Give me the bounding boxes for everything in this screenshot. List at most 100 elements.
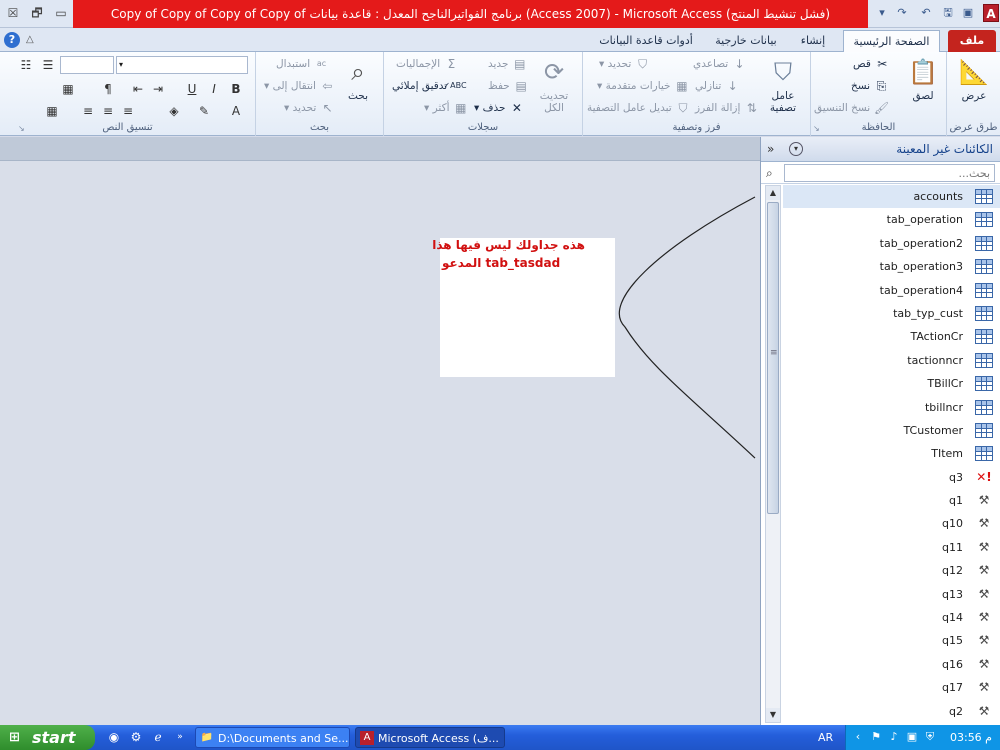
font-color-icon[interactable]: A: [228, 102, 244, 120]
navpane-header[interactable]: » ▾ الكائنات غير المعينة: [761, 137, 1000, 162]
grid-icon[interactable]: ▦: [44, 102, 60, 120]
outdent-icon[interactable]: ⇤: [130, 80, 146, 98]
nav-item[interactable]: q12 ⚒: [783, 559, 1000, 582]
taskbar-item-access[interactable]: A Microsoft Access (ف...: [355, 727, 505, 748]
italic-icon[interactable]: I: [206, 80, 222, 98]
list-icon[interactable]: ☰: [40, 56, 56, 74]
quicklaunch-more-icon[interactable]: »: [172, 729, 188, 745]
bold-icon[interactable]: B: [228, 80, 244, 98]
select-button[interactable]: ↖ تحديد ▾: [284, 98, 336, 118]
nav-item[interactable]: TBillCr: [783, 372, 1000, 395]
align-right-icon[interactable]: ≡: [120, 102, 136, 120]
nav-item[interactable]: tab_operation: [783, 208, 1000, 231]
totals-button[interactable]: Σ الإجماليات: [396, 54, 459, 74]
nav-item[interactable]: TCustomer: [783, 419, 1000, 442]
ribbon-minimize-icon[interactable]: △: [26, 32, 40, 48]
scroll-up-icon[interactable]: ▲: [766, 186, 780, 200]
start-button[interactable]: ⊞ start: [0, 725, 95, 750]
access-logo-icon[interactable]: A: [983, 4, 999, 22]
ie-icon[interactable]: ℯ: [150, 729, 166, 745]
scroll-thumb[interactable]: ≡: [767, 202, 779, 514]
new-record-button[interactable]: ▤ جديد: [488, 54, 528, 74]
refresh-all-button[interactable]: ⟳ تحديث الكل: [534, 56, 574, 118]
find-button[interactable]: ⌕ بحث: [338, 56, 378, 118]
selection-button[interactable]: ⛉ تحديد ▾: [599, 54, 651, 74]
nav-item[interactable]: q14 ⚒: [783, 606, 1000, 629]
security-icon[interactable]: ⛨: [922, 729, 938, 745]
paste-button[interactable]: 📋 لصق: [903, 56, 943, 118]
navpane-title[interactable]: الكائنات غير المعينة: [896, 137, 993, 162]
qat-customize-icon[interactable]: ▾: [874, 5, 890, 21]
nav-item[interactable]: q11 ⚒: [783, 536, 1000, 559]
highlight-icon[interactable]: ✎: [196, 102, 212, 120]
tab-home[interactable]: الصفحة الرئيسية: [843, 30, 940, 52]
align-left-icon[interactable]: ≡: [80, 102, 96, 120]
dialog-launcher-icon[interactable]: ↘: [813, 125, 821, 133]
advanced-button[interactable]: ▦ خيارات متقدمة ▾: [597, 76, 690, 96]
nav-item[interactable]: tab_operation3: [783, 255, 1000, 278]
nav-item[interactable]: tbillncr: [783, 396, 1000, 419]
close-icon[interactable]: ☒: [4, 4, 22, 22]
nav-item[interactable]: tab_operation2: [783, 232, 1000, 255]
goto-button[interactable]: ⇦ انتقال إلى ▾: [264, 76, 335, 96]
format-painter-button[interactable]: 🖌 نسخ التنسيق: [814, 98, 890, 118]
delete-record-button[interactable]: ✕ حذف ▾: [474, 98, 525, 118]
nav-item[interactable]: q3 ✕!: [783, 466, 1000, 489]
filter-button[interactable]: ⛉ عامل تصفية: [763, 56, 803, 118]
navpane-menu-icon[interactable]: ▾: [789, 142, 803, 156]
scroll-down-icon[interactable]: ▼: [766, 708, 780, 722]
text-dialog-launcher-icon[interactable]: ↘: [18, 125, 26, 133]
collapse-pane-icon[interactable]: »: [767, 141, 781, 157]
font-size-dropdown[interactable]: [60, 56, 114, 74]
qat-menu-icon[interactable]: ▣: [960, 5, 976, 21]
search-icon[interactable]: ⌕: [766, 165, 782, 181]
remove-sort-button[interactable]: ⇅ إزالة الفرز: [695, 98, 760, 118]
chrome-icon[interactable]: ◉: [106, 729, 122, 745]
nav-item[interactable]: q13 ⚒: [783, 583, 1000, 606]
fill-color-icon[interactable]: ◈: [166, 102, 182, 120]
toggle-filter-button[interactable]: ⛉ تبديل عامل التصفية: [587, 98, 691, 118]
tab-external-data[interactable]: بيانات خارجية: [706, 30, 786, 52]
align-center-icon[interactable]: ≡: [100, 102, 116, 120]
help-icon[interactable]: ?: [4, 32, 20, 48]
more-button[interactable]: ▦ أكثر ▾: [424, 98, 469, 118]
nav-item[interactable]: q17 ⚒: [783, 676, 1000, 699]
restore-icon[interactable]: 🗗: [28, 4, 46, 22]
rtl-icon[interactable]: ¶: [100, 80, 116, 98]
undo-icon[interactable]: ↶: [918, 5, 934, 21]
minimize-icon[interactable]: ▭: [52, 4, 70, 22]
tab-create[interactable]: إنشاء: [790, 30, 836, 52]
display-icon[interactable]: ▣: [904, 729, 920, 745]
spelling-button[interactable]: ABC✓ تدقيق إملائي: [392, 76, 467, 96]
nav-item[interactable]: accounts: [783, 185, 1000, 209]
view-button[interactable]: 📐 عرض: [954, 56, 994, 118]
taskbar-item-explorer[interactable]: 📁 D:\Documents and Se...: [195, 727, 350, 748]
tool-icon[interactable]: ⚙: [128, 729, 144, 745]
cut-button[interactable]: ✂ قص: [853, 54, 890, 74]
nav-item[interactable]: q15 ⚒: [783, 629, 1000, 652]
tab-file[interactable]: ملف: [948, 30, 996, 52]
navpane-scrollbar[interactable]: ▲ ≡ ▼: [765, 185, 781, 723]
nav-item[interactable]: TItem: [783, 442, 1000, 465]
navpane-search-input[interactable]: [784, 164, 995, 182]
underline-icon[interactable]: U: [184, 80, 200, 98]
save-record-button[interactable]: ▤ حفظ: [488, 76, 529, 96]
nav-item[interactable]: q10 ⚒: [783, 512, 1000, 535]
nav-item[interactable]: q2 ⚒: [783, 700, 1000, 723]
volume-icon[interactable]: ♪: [886, 729, 902, 745]
tray-expand-icon[interactable]: ‹: [850, 729, 866, 745]
nav-item[interactable]: tactionncr: [783, 349, 1000, 372]
network-icon[interactable]: ⚑: [868, 729, 884, 745]
nav-item[interactable]: q16 ⚒: [783, 653, 1000, 676]
numbered-list-icon[interactable]: ☷: [18, 56, 34, 74]
replace-button[interactable]: ac استبدال: [276, 54, 329, 74]
font-name-dropdown[interactable]: ▾: [116, 56, 248, 74]
gridlines-icon[interactable]: ▦: [60, 80, 76, 98]
nav-item[interactable]: tab_typ_cust: [783, 302, 1000, 325]
nav-item[interactable]: TActionCr: [783, 325, 1000, 348]
copy-button[interactable]: ⎘ نسخ: [851, 76, 889, 96]
sort-descending-button[interactable]: ↓ تنازلي: [695, 76, 741, 96]
nav-item[interactable]: tab_operation4: [783, 279, 1000, 302]
redo-icon[interactable]: ↷: [894, 5, 910, 21]
sort-ascending-button[interactable]: ↓ تصاعدي: [693, 54, 748, 74]
